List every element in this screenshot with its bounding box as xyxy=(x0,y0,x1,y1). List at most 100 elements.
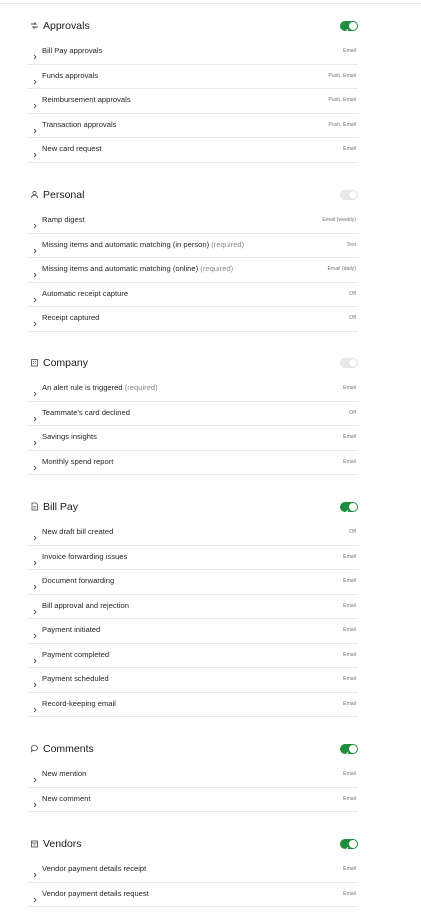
notification-row[interactable]: Teammate's card declined Off xyxy=(27,402,358,426)
row-channel-value: Off xyxy=(349,290,356,297)
row-label: Missing items and automatic matching (in… xyxy=(42,240,244,249)
row-label-text: Funds approvals xyxy=(42,70,99,80)
row-label: New card request xyxy=(42,144,102,153)
row-channel-value: Email xyxy=(343,385,356,391)
row-label-text: Receipt captured xyxy=(42,313,100,322)
chevron-right-icon xyxy=(32,73,38,84)
notification-row[interactable]: Document forwarding Email xyxy=(27,570,358,595)
chevron-right-icon xyxy=(32,652,38,663)
section-toggle[interactable] xyxy=(340,839,358,852)
row-channel-value: Push, Email xyxy=(328,72,356,79)
row-channel-value: Email (weekly) xyxy=(322,217,356,223)
chevron-right-icon xyxy=(32,701,38,712)
row-label-text: New comment xyxy=(42,793,91,803)
row-label-text: Payment scheduled xyxy=(42,674,109,683)
row-channel-value: Email (daily) xyxy=(327,266,356,272)
notification-row[interactable]: Record-keeping email Email xyxy=(27,693,358,717)
notification-row[interactable]: Automatic receipt capture Off xyxy=(27,283,358,307)
chevron-right-icon xyxy=(32,48,38,60)
notification-row[interactable]: Monthly spend report Email xyxy=(27,451,358,475)
row-label-text: New draft bill created xyxy=(42,527,114,536)
notification-row[interactable]: Funds approvals Push, Email xyxy=(27,65,358,89)
notification-row[interactable]: Missing items and automatic matching (on… xyxy=(27,258,358,283)
row-channel-value: Push, Email xyxy=(328,97,356,103)
notification-row[interactable]: Ramp digest Email (weekly) xyxy=(27,209,358,234)
notification-row[interactable]: An alert rule is triggered (required) Ema… xyxy=(27,377,358,402)
notification-row[interactable]: Invoice forwarding issues Email xyxy=(27,546,358,570)
row-label-text: Bill approval and rejection xyxy=(42,600,129,610)
toggle-knob xyxy=(349,745,357,753)
row-label-text: Document forwarding xyxy=(42,576,115,585)
row-label: Receipt captured xyxy=(42,313,99,322)
notification-row[interactable]: Bill approval and rejection Email xyxy=(27,595,358,619)
notification-row[interactable]: New card request Email xyxy=(27,138,358,163)
section-toggle[interactable] xyxy=(340,21,358,34)
row-channel-value: Email xyxy=(343,458,356,465)
building-icon xyxy=(30,358,39,367)
chevron-right-icon xyxy=(32,866,38,878)
row-label: Vendor payment details request xyxy=(42,889,149,898)
arrows-approval-icon xyxy=(30,21,39,30)
notification-row[interactable]: Payment initiated Email xyxy=(27,619,358,644)
row-label: Bill Pay approvals xyxy=(42,46,102,55)
section-header: Company xyxy=(27,351,358,377)
notification-row[interactable]: Vendor payment details receipt Email xyxy=(27,858,358,883)
row-label-text: Payment initiated xyxy=(42,625,101,634)
row-label-text: New card request xyxy=(42,144,102,153)
row-label: Payment initiated xyxy=(42,625,100,634)
row-channel-value: Email xyxy=(343,866,356,872)
chevron-right-icon xyxy=(32,676,38,688)
notification-row[interactable]: Receipt captured Off xyxy=(27,307,358,332)
section-toggle[interactable] xyxy=(340,358,358,368)
section-header: Vendors xyxy=(27,832,358,858)
row-label-text: An alert rule is triggered xyxy=(42,383,123,392)
section-title: Personal xyxy=(43,189,85,201)
toggle-knob xyxy=(349,840,357,848)
chevron-right-icon xyxy=(32,217,38,229)
section-toggle[interactable] xyxy=(340,190,358,200)
row-label: Vendor payment details receipt xyxy=(42,864,146,873)
section-approvals: Approvals Bill Pay approvals Email Funds ap… xyxy=(27,14,358,163)
row-channel-value: Email xyxy=(343,676,356,682)
chevron-right-icon xyxy=(32,459,38,470)
notification-row[interactable]: Reimbursement approvals Push, Email xyxy=(27,89,358,114)
notification-row[interactable]: Payment completed Email xyxy=(27,644,358,668)
section-header: Comments xyxy=(27,737,358,763)
section-header: Approvals xyxy=(27,14,358,40)
toggle-knob xyxy=(349,359,357,367)
row-channel-value: Email xyxy=(343,578,356,584)
section-toggle[interactable] xyxy=(340,744,358,757)
row-label: Invoice forwarding issues xyxy=(42,552,127,561)
checkmark-icon xyxy=(342,503,349,521)
row-label-text: Vendor payment details request xyxy=(42,888,149,898)
notification-row[interactable]: New comment Email xyxy=(27,788,358,812)
notification-row[interactable]: Bill Pay approvals Email xyxy=(27,40,358,65)
notification-row[interactable]: Missing items and automatic matching (in… xyxy=(27,234,358,258)
chevron-right-icon xyxy=(32,627,38,639)
person-icon xyxy=(30,190,39,199)
row-channel-value: Email xyxy=(343,553,356,560)
section-toggle[interactable] xyxy=(340,502,358,515)
chevron-right-icon xyxy=(32,315,38,327)
chevron-right-icon xyxy=(32,410,38,421)
row-label-text: Ramp digest xyxy=(42,215,85,224)
row-label: Payment completed xyxy=(42,650,109,659)
notification-row[interactable]: New mention Email xyxy=(27,763,358,788)
row-label: New draft bill created xyxy=(42,527,113,536)
row-channel-value: Email xyxy=(343,651,356,658)
row-label-text: Missing items and automatic matching (in… xyxy=(42,239,210,249)
notification-row[interactable]: New draft bill created Off xyxy=(27,521,358,546)
notification-row[interactable]: Payment scheduled Email xyxy=(27,668,358,693)
notification-row[interactable]: Vendor payment details request Email xyxy=(27,883,358,907)
comment-bubble-icon xyxy=(30,744,39,753)
row-channel-value: Email xyxy=(343,627,356,633)
row-label: New mention xyxy=(42,769,86,778)
notification-row[interactable]: Savings insights Email xyxy=(27,426,358,451)
notification-row[interactable]: Transaction approvals Push, Email xyxy=(27,114,358,138)
row-label: Teammate's card declined xyxy=(42,408,130,417)
chevron-right-icon xyxy=(32,97,38,109)
row-label-text: Payment completed xyxy=(42,649,110,659)
section-title: Vendors xyxy=(43,838,82,850)
chevron-right-icon xyxy=(32,146,38,158)
row-label-text: Vendor payment details receipt xyxy=(42,864,147,873)
